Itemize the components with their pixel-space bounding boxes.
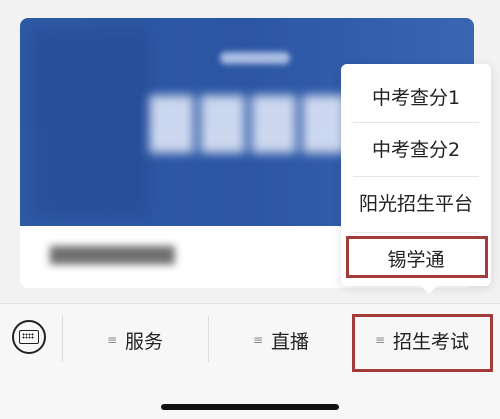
banner-decor <box>30 28 150 218</box>
menu-pointer-arrow <box>420 285 438 294</box>
highlight-box-menu-item <box>346 236 488 278</box>
menu-lines-icon: ≡ <box>252 333 264 347</box>
highlight-box-tab <box>352 314 493 372</box>
keyboard-icon[interactable] <box>12 320 46 354</box>
tab-service-label: 服务 <box>125 330 164 353</box>
menu-item-score-1[interactable]: 中考查分1 <box>341 70 491 122</box>
tab-live-label: 直播 <box>271 330 310 353</box>
home-indicator[interactable] <box>161 404 339 410</box>
banner-blurred-text: ▇▇▇▇ <box>150 88 355 153</box>
card-caption-blurred: ▇▇▇▇▇▇▇▇▇ <box>50 244 175 265</box>
menu-item-score-2[interactable]: 中考查分2 <box>341 122 491 174</box>
menu-lines-icon: ≡ <box>106 333 118 347</box>
banner-logo <box>220 52 290 64</box>
tab-live[interactable]: ≡ 直播 <box>208 314 354 366</box>
menu-item-enrollment-platform[interactable]: 阳光招生平台 <box>341 176 491 228</box>
bottom-menu-bar: ≡ 服务 ≡ 直播 ≡ 招生考试 <box>0 303 500 419</box>
tab-service[interactable]: ≡ 服务 <box>62 314 208 366</box>
